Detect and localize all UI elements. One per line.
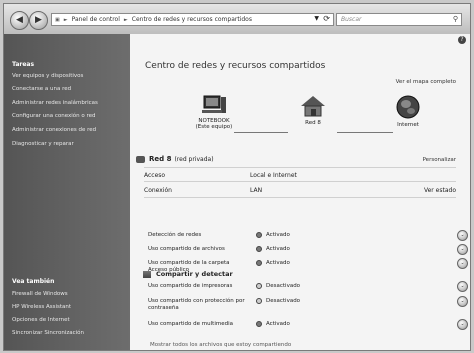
expand-chevron-icon[interactable]: ⌄ [457, 258, 468, 269]
window: ◀ ▶ ▣ ► Panel de control ► Centro de red… [3, 3, 471, 351]
page-title: Centro de redes y recursos compartidos [145, 61, 326, 71]
sidebar-link-connect[interactable]: Conectarse a una red [12, 86, 71, 92]
network-type: (red privada) [174, 155, 214, 163]
search-input[interactable]: Buscar ⚲ [336, 13, 462, 26]
sharing-status: Activado [266, 321, 290, 327]
sidebar-link-wireless[interactable]: Administrar redes inalámbricas [12, 100, 98, 106]
tasks-header: Tareas [12, 61, 35, 68]
expand-chevron-icon[interactable]: ⌄ [457, 230, 468, 241]
sharing-label: Detección de redes [148, 232, 202, 238]
network-bench-icon [136, 155, 145, 163]
expand-chevron-icon[interactable]: ⌄ [457, 319, 468, 330]
sharing-status: Activado [266, 260, 290, 266]
connection-line [337, 132, 393, 133]
status-off-icon [256, 283, 262, 289]
main-panel: ? Centro de redes y recursos compartidos… [130, 34, 470, 350]
view-status-link[interactable]: Ver estado [424, 187, 456, 194]
sharing-status: Desactivado [266, 298, 301, 304]
search-placeholder: Buscar [341, 16, 362, 23]
sidebar-link-setup-connection[interactable]: Configurar una conexión o red [12, 113, 96, 119]
sharing-label: Uso compartido de la carpeta Acceso públ… [148, 260, 230, 273]
status-on-icon [256, 246, 262, 252]
row-value: LAN [250, 187, 263, 194]
node-internet-name: Internet [397, 122, 419, 128]
status-on-icon [256, 260, 262, 266]
connection-line [234, 132, 288, 133]
status-off-icon [256, 298, 262, 304]
house-network-icon [301, 96, 325, 117]
chevron-down-icon[interactable]: ▼ [314, 15, 319, 22]
sidebar-link-hp-wireless[interactable]: HP Wireless Assistant [12, 304, 71, 310]
sharing-label: Uso compartido de impresoras [148, 283, 233, 289]
globe-icon [396, 95, 420, 119]
node-computer-sub: (Este equipo) [195, 124, 233, 130]
sharing-status: Activado [266, 246, 290, 252]
sharing-status: Activado [266, 232, 290, 238]
expand-chevron-icon[interactable]: ⌄ [457, 244, 468, 255]
sharing-status: Desactivado [266, 283, 301, 289]
forward-button[interactable]: ▶ [29, 11, 48, 30]
title-bar: ◀ ▶ ▣ ► Panel de control ► Centro de red… [4, 4, 470, 34]
row-label: Conexión [144, 187, 172, 194]
address-bar[interactable]: ▣ ► Panel de control ► Centro de redes y… [51, 13, 334, 26]
chevron-right-icon: ► [63, 16, 68, 23]
show-all-shared-link[interactable]: Mostrar todos los archivos que estoy com… [150, 342, 291, 348]
sidebar-link-manage-connections[interactable]: Administrar conexiones de red [12, 127, 96, 133]
divider [144, 167, 456, 168]
node-computer[interactable]: NOTEBOOK (Este equipo) [184, 94, 244, 130]
network-header: Red 8 (red privada) [136, 155, 214, 163]
sidebar-link-view-computers[interactable]: Ver equipos y dispositivos [12, 73, 83, 79]
row-label: Acceso [144, 172, 166, 179]
divider [144, 181, 456, 182]
chevron-right-icon: ► [123, 16, 128, 23]
search-icon[interactable]: ⚲ [453, 15, 458, 23]
breadcrumb-control-panel[interactable]: Panel de control [72, 16, 120, 23]
status-on-icon [256, 321, 262, 327]
row-value: Local e Internet [250, 172, 297, 179]
expand-chevron-icon[interactable]: ⌄ [457, 281, 468, 292]
status-on-icon [256, 232, 262, 238]
sidebar-link-sync[interactable]: Sincronizar Sincronización [12, 330, 84, 336]
sidebar: Tareas Ver equipos y dispositivos Conect… [4, 34, 130, 350]
full-map-link[interactable]: Ver el mapa completo [396, 79, 456, 85]
sharing-label: Uso compartido de archivos [148, 246, 225, 252]
node-network[interactable]: Red 8 [288, 94, 338, 126]
breadcrumb-network-center[interactable]: Centro de redes y recursos compartidos [132, 16, 252, 23]
sidebar-link-firewall[interactable]: Firewall de Windows [12, 291, 68, 297]
see-also-header: Vea también [12, 278, 55, 285]
sharing-label: Uso compartido con protección por contra… [148, 298, 245, 311]
divider [144, 197, 456, 198]
sidebar-link-internet-options[interactable]: Opciones de Internet [12, 317, 70, 323]
refresh-icon[interactable]: ⟳ [323, 14, 330, 23]
network-name: Red 8 [149, 155, 172, 163]
back-button[interactable]: ◀ [10, 11, 29, 30]
node-network-name: Red 8 [305, 120, 321, 126]
network-icon: ▣ [55, 16, 60, 23]
computer-icon [202, 95, 226, 113]
help-icon[interactable]: ? [458, 36, 466, 44]
sidebar-link-diagnose[interactable]: Diagnosticar y reparar [12, 141, 74, 147]
customize-link[interactable]: Personalizar [423, 157, 456, 163]
sharing-label: Uso compartido de multimedia [148, 321, 233, 327]
node-internet[interactable]: Internet [388, 94, 428, 128]
expand-chevron-icon[interactable]: ⌄ [457, 296, 468, 307]
